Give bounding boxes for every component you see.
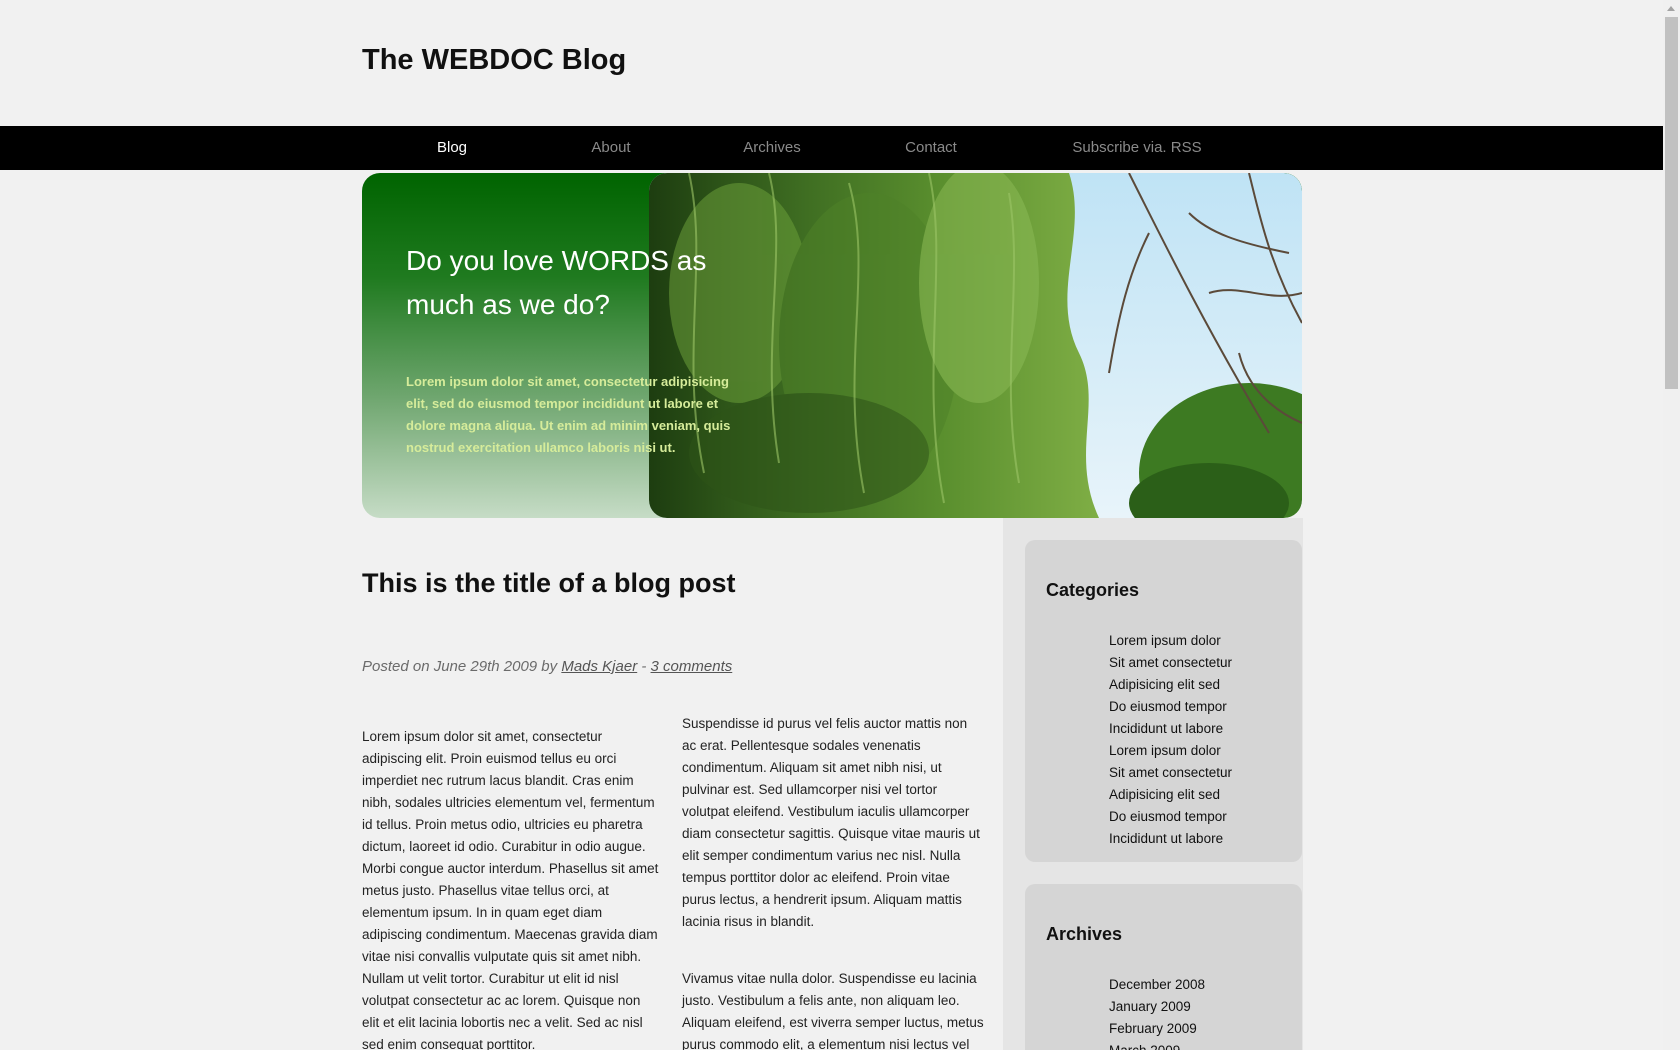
nav-item-archives[interactable]: Archives [743, 126, 801, 170]
post-column-2: Suspendisse id purus vel felis auctor ma… [682, 713, 984, 1050]
nav-item-blog[interactable]: Blog [437, 126, 467, 170]
archives-list: December 2008 January 2009 February 2009… [1109, 974, 1205, 1050]
hero-heading: Do you love WORDS as much as we do? [406, 245, 707, 320]
hero-tree-image [649, 173, 1302, 518]
nav-item-rss[interactable]: Subscribe via. RSS [1072, 126, 1201, 170]
categories-list: Lorem ipsum dolor Sit amet consectetur A… [1109, 630, 1232, 850]
category-link[interactable]: Sit amet consectetur [1109, 652, 1232, 674]
archive-link[interactable]: January 2009 [1109, 996, 1205, 1018]
post-title[interactable]: This is the title of a blog post [362, 568, 736, 599]
post-date: Posted on June 29th 2009 by [362, 658, 562, 675]
site-title[interactable]: The WEBDOC Blog [362, 44, 626, 77]
hero-banner: Do you love WORDS as much as we do? Lore… [362, 173, 1302, 518]
category-link[interactable]: Do eiusmod tempor [1109, 806, 1232, 828]
category-link[interactable]: Incididunt ut labore [1109, 828, 1232, 850]
author-link[interactable]: Mads Kjaer [561, 658, 637, 675]
archives-title: Archives [1046, 924, 1123, 944]
archives-widget: Archives December 2008 January 2009 Febr… [1025, 884, 1302, 1050]
category-link[interactable]: Adipisicing elit sed [1109, 674, 1232, 696]
categories-widget: Categories Lorem ipsum dolor Sit amet co… [1025, 540, 1302, 862]
main-nav: Blog About Archives Contact Subscribe vi… [0, 126, 1663, 170]
nav-item-about[interactable]: About [591, 126, 630, 170]
post-paragraph: Lorem ipsum dolor sit amet, consectetur … [362, 729, 659, 1050]
post-paragraph: Suspendisse id purus vel felis auctor ma… [682, 716, 980, 929]
categories-title: Categories [1046, 580, 1140, 600]
nav-item-contact[interactable]: Contact [905, 126, 957, 170]
scrollbar-thumb[interactable] [1665, 17, 1678, 389]
vertical-scrollbar[interactable] [1663, 0, 1680, 1050]
category-link[interactable]: Adipisicing elit sed [1109, 784, 1232, 806]
category-link[interactable]: Sit amet consectetur [1109, 762, 1232, 784]
post-paragraph: Vivamus vitae nulla dolor. Suspendisse e… [682, 971, 984, 1050]
category-link[interactable]: Do eiusmod tempor [1109, 696, 1232, 718]
post-column-1: Lorem ipsum dolor sit amet, consectetur … [362, 726, 660, 1050]
category-link[interactable]: Lorem ipsum dolor [1109, 740, 1232, 762]
comments-link[interactable]: 3 comments [651, 658, 733, 675]
page: The WEBDOC Blog Blog About Archives Cont… [0, 0, 1663, 1050]
meta-separator: - [637, 658, 651, 675]
category-link[interactable]: Incididunt ut labore [1109, 718, 1232, 740]
post-meta: Posted on June 29th 2009 by Mads Kjaer -… [362, 658, 732, 675]
scroll-up-arrow-icon[interactable] [1667, 6, 1675, 11]
category-link[interactable]: Lorem ipsum dolor [1109, 630, 1232, 652]
hero-text: Lorem ipsum dolor sit amet, consectetur … [406, 374, 731, 455]
archive-link[interactable]: March 2009 [1109, 1040, 1205, 1050]
archive-link[interactable]: February 2009 [1109, 1018, 1205, 1040]
archive-link[interactable]: December 2008 [1109, 974, 1205, 996]
